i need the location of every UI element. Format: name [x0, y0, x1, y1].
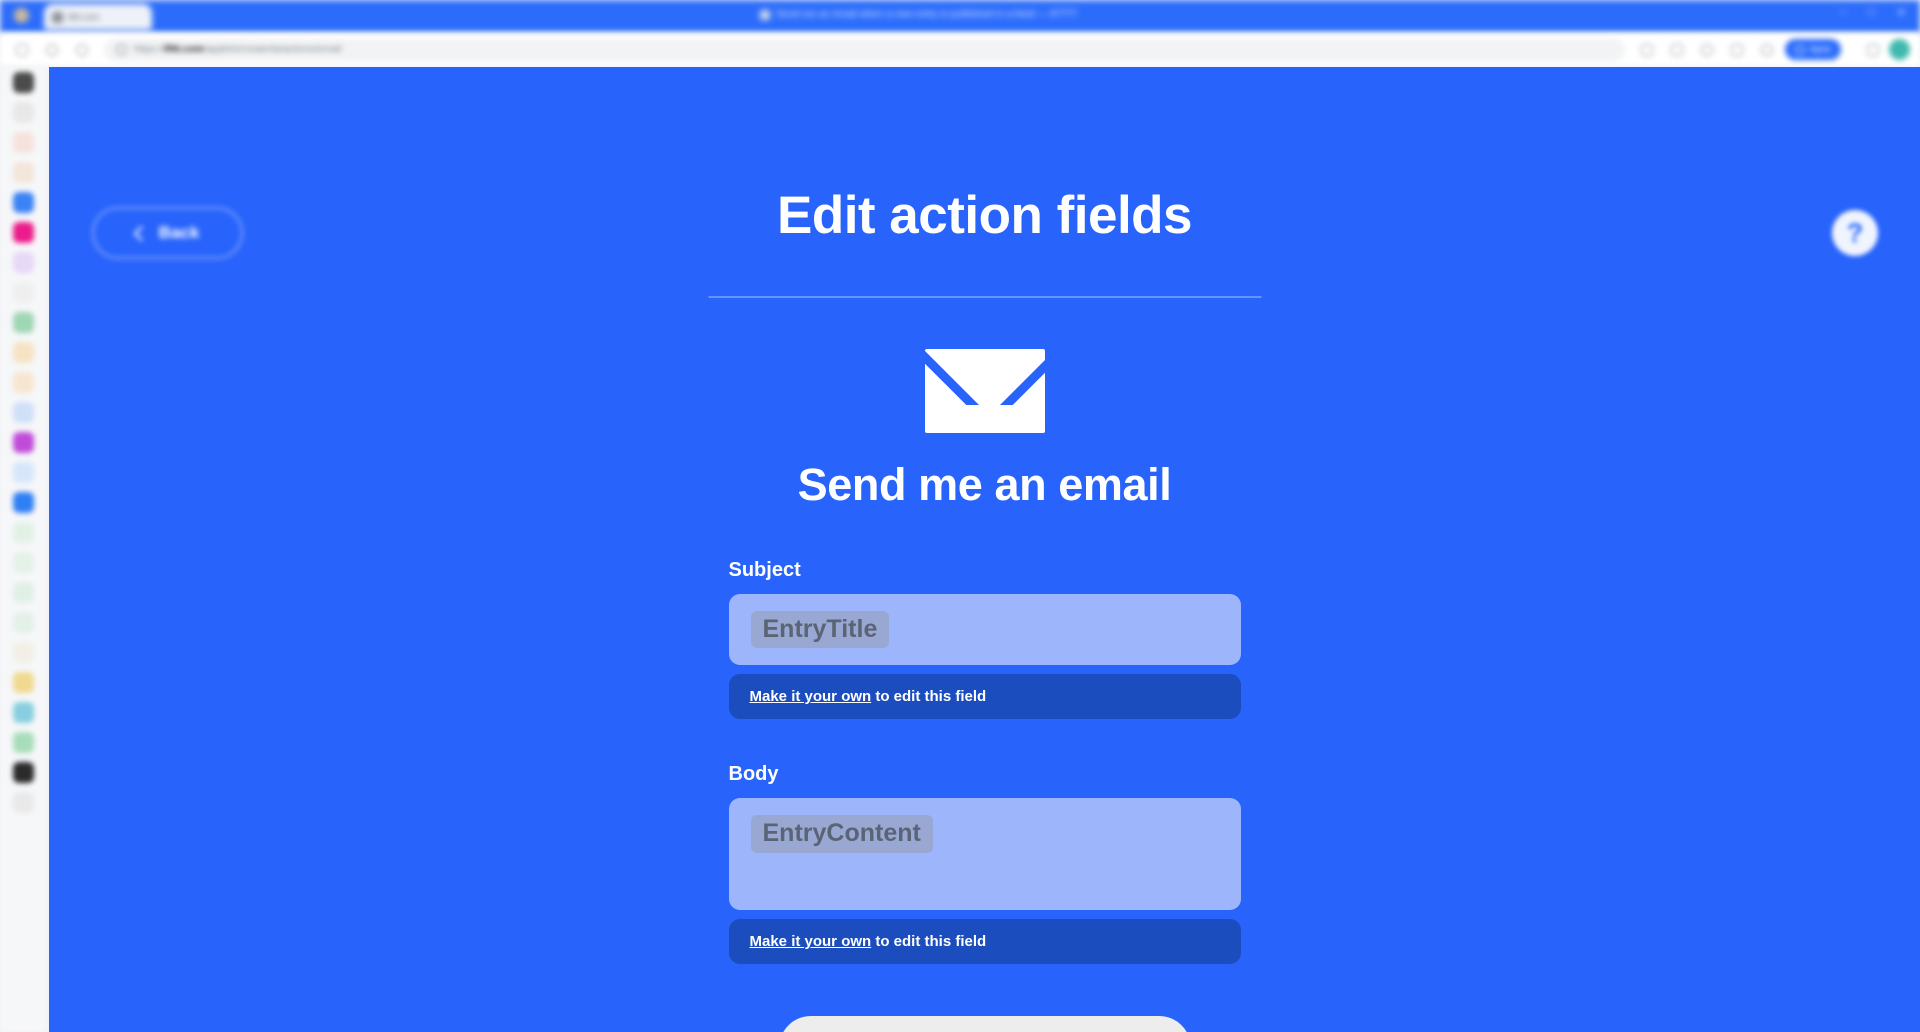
app-shortcut-16[interactable]	[13, 522, 34, 543]
minimize-icon[interactable]: –	[1840, 6, 1846, 19]
avatar[interactable]	[1889, 39, 1910, 60]
window-title-text: Send me an email when a new entry is pub…	[776, 9, 1078, 20]
app-shortcut-2[interactable]	[13, 102, 34, 123]
ingredient-token-entrycontent[interactable]: EntryContent	[750, 815, 933, 853]
make-it-your-own-link[interactable]: Make it your own	[750, 688, 872, 705]
url-path: /applets/create/ta/actions/email	[203, 44, 342, 55]
app-shortcut-1[interactable]	[13, 72, 34, 93]
app-shortcut-8[interactable]	[13, 282, 34, 303]
reload-icon[interactable]	[44, 42, 60, 58]
header-divider	[708, 296, 1261, 298]
profile-icon	[1794, 44, 1805, 55]
app-shortcut-17[interactable]	[13, 552, 34, 573]
extensions-icon[interactable]	[1699, 42, 1715, 58]
app-shortcut-10[interactable]	[13, 342, 34, 363]
address-bar[interactable]: https://ifttt.com/applets/create/ta/acti…	[104, 38, 1625, 61]
app-sidebar	[0, 66, 47, 1032]
subject-input[interactable]: EntryTitle	[728, 594, 1241, 666]
app-shortcut-14[interactable]	[13, 462, 34, 483]
tab-title: ifttt.com	[68, 12, 100, 22]
action-title: Send me an email	[797, 459, 1172, 510]
maximize-icon[interactable]: □	[1868, 6, 1875, 19]
url-domain: ifttt.com	[164, 44, 204, 55]
web-page: Back ? Edit action fields Send me an ema…	[49, 67, 1920, 1032]
browser-tabstrip: ifttt.com Send me an email when a new en…	[0, 0, 1920, 33]
app-shortcut-25[interactable]	[13, 792, 34, 813]
site-info-icon[interactable]	[116, 44, 127, 55]
url-text: https://ifttt.com/applets/create/ta/acti…	[134, 44, 341, 55]
field-subject: Subject EntryTitle Make it your own to e…	[728, 559, 1241, 720]
subject-hint-bar: Make it your own to edit this field	[728, 674, 1241, 720]
browser-tab[interactable]: ifttt.com	[44, 4, 152, 30]
tab-favicon	[52, 11, 63, 23]
app-shortcut-13[interactable]	[13, 432, 34, 453]
app-shortcut-23[interactable]	[13, 732, 34, 753]
sync-profile-button[interactable]: Sync	[1784, 39, 1841, 60]
app-shortcut-4[interactable]	[13, 162, 34, 183]
collections-icon[interactable]	[1759, 42, 1775, 58]
app-shortcut-6[interactable]	[13, 222, 34, 243]
share-icon[interactable]	[1639, 42, 1655, 58]
subject-hint-rest: to edit this field	[871, 688, 987, 706]
url-scheme: https://	[134, 44, 165, 55]
field-label-body: Body	[728, 763, 779, 786]
app-shortcut-24[interactable]	[13, 762, 34, 783]
app-shortcut-21[interactable]	[13, 672, 34, 693]
downloads-icon[interactable]	[1729, 42, 1745, 58]
body-hint-rest: to edit this field	[871, 933, 987, 951]
app-shortcut-9[interactable]	[13, 312, 34, 333]
ingredient-token-entrytitle[interactable]: EntryTitle	[750, 611, 890, 649]
close-icon[interactable]: ✕	[1897, 6, 1906, 19]
window-title: Send me an email when a new entry is pub…	[760, 9, 1077, 20]
bookmark-icon[interactable]	[1669, 42, 1685, 58]
page-title: Edit action fields	[776, 186, 1193, 245]
body-hint-bar: Make it your own to edit this field	[728, 919, 1241, 965]
back-icon[interactable]	[14, 42, 30, 58]
app-shortcut-18[interactable]	[13, 582, 34, 603]
body-input[interactable]: EntryContent	[728, 798, 1241, 911]
app-shortcut-19[interactable]	[13, 612, 34, 633]
field-label-subject: Subject	[728, 559, 801, 581]
window-title-favicon	[760, 9, 770, 20]
app-shortcut-20[interactable]	[13, 642, 34, 663]
home-icon[interactable]	[74, 42, 90, 58]
sync-label: Sync	[1809, 44, 1831, 55]
envelope-icon	[924, 349, 1045, 433]
page-content: Send me an email Subject EntryTitle Make…	[728, 349, 1241, 1032]
settings-icon[interactable]	[1865, 42, 1881, 58]
continue-button[interactable]: Continue	[778, 1016, 1191, 1032]
envelope-flap	[925, 349, 1045, 405]
window-menu-button[interactable]	[14, 8, 29, 23]
app-shortcut-5[interactable]	[13, 192, 34, 213]
field-body: Body EntryContent Make it your own to ed…	[728, 763, 1241, 965]
browser-toolbar: https://ifttt.com/applets/create/ta/acti…	[0, 33, 1920, 66]
app-shortcut-12[interactable]	[13, 402, 34, 423]
app-shortcut-3[interactable]	[13, 132, 34, 153]
app-shortcut-22[interactable]	[13, 702, 34, 723]
toolbar-right-icons: Sync	[1625, 39, 1910, 60]
app-shortcut-15[interactable]	[13, 492, 34, 513]
app-shortcut-11[interactable]	[13, 372, 34, 393]
make-it-your-own-link-body[interactable]: Make it your own	[750, 933, 872, 950]
app-shortcut-7[interactable]	[13, 252, 34, 273]
window-controls: – □ ✕	[1840, 6, 1906, 19]
browser-window: ifttt.com Send me an email when a new en…	[0, 0, 1920, 1032]
